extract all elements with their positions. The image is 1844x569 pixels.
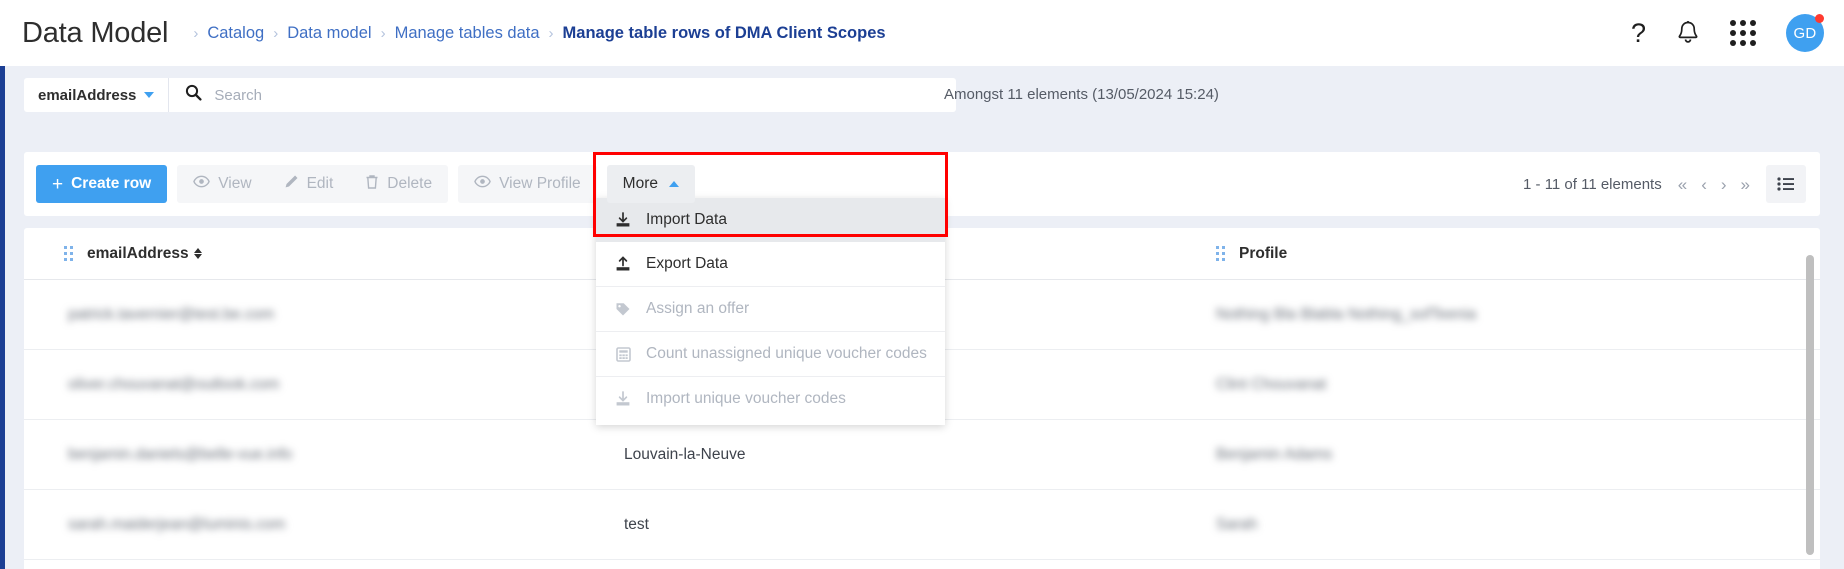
menu-item-count-unassigned-unique-voucher-codes: Count unassigned unique voucher codes [596,332,945,376]
notifications-bell-icon[interactable] [1676,20,1700,46]
cell-email-value: benjamin.daniels@belle-vue.info [68,445,293,463]
header-icon-group: ? GD [1631,0,1824,66]
drag-handle-icon[interactable] [1216,246,1225,261]
tag-icon [614,301,632,317]
pagination-range: 1 - 11 of 11 elements [1523,175,1662,193]
more-button[interactable]: More [606,165,695,203]
menu-item-import-data[interactable]: Import Data [596,198,945,242]
view-label: View [218,175,252,192]
first-page-button[interactable]: « [1678,176,1687,193]
search-input[interactable] [214,86,956,104]
delete-label: Delete [387,175,433,192]
view-profile-label: View Profile [499,175,581,192]
list-view-button[interactable] [1766,165,1806,203]
cell-profile: Nothing Bla Blabla Nothing_sofTeenia [1204,306,1804,324]
delete-button[interactable]: Delete [349,165,449,203]
cell-email: sarah.maiderjean@luminis.com [24,516,624,534]
result-summary: Amongst 11 elements (13/05/2024 15:24) [944,86,1219,103]
cell-profile: Clint Chouvanat [1204,376,1804,394]
breadcrumb-item-data-model[interactable]: Data model [287,24,371,43]
cell-middle: test [624,515,649,533]
cell-profile-value: Sarah [1216,515,1258,533]
cell-email: oliver.chouvanat@outlook.com [24,376,624,394]
avatar-notification-dot [1815,14,1824,23]
breadcrumb-item-catalog[interactable]: Catalog [207,24,264,43]
column-header-label: emailAddress [87,244,189,262]
breadcrumb-separator: › [193,24,199,42]
row-actions-group: View Edit Delete [177,165,449,203]
pagination: 1 - 11 of 11 elements « ‹ › » [1523,165,1806,203]
eye-icon [193,175,211,193]
menu-item-import-unique-voucher-codes: Import unique voucher codes [596,377,945,421]
sort-icon[interactable] [193,248,202,259]
prev-page-button[interactable]: ‹ [1701,176,1707,193]
view-button[interactable]: View [177,165,268,203]
chevron-down-icon [144,92,155,98]
menu-item-label: Import Data [646,211,727,228]
menu-item-export-data[interactable]: Export Data [596,242,945,286]
cell-profile-value: Clint Chouvanat [1216,375,1327,393]
more-dropdown-menu: Import Data Export Data Assign an offer [596,198,945,425]
eye-icon [474,175,491,193]
calculator-icon [614,346,632,362]
breadcrumb-item-current[interactable]: Manage table rows of DMA Client Scopes [563,24,886,43]
apps-grid-icon[interactable] [1730,20,1756,46]
import-icon [614,212,632,228]
table-row[interactable]: sarah.maiderjean@luminis.com test Sarah [24,490,1820,560]
page-title: Data Model [22,16,169,49]
view-profile-button[interactable]: View Profile [458,165,597,203]
edit-label: Edit [306,175,334,192]
search-icon [185,84,202,106]
left-nav-rail [0,66,5,569]
search-field-label: emailAddress [38,86,137,104]
cell-email-value: sarah.maiderjean@luminis.com [68,515,286,533]
menu-item-label: Assign an offer [646,300,750,317]
column-header-label: Profile [1239,244,1288,262]
chevron-up-icon [668,181,679,187]
search-input-wrap [169,84,956,106]
menu-item-label: Count unassigned unique voucher codes [646,345,927,362]
more-label: More [622,175,658,192]
app-header: Data Model › Catalog › Data model › Mana… [0,0,1844,66]
cell-profile-value: Nothing Bla Blabla Nothing_sofTeenia [1216,305,1477,323]
pagination-arrows: « ‹ › » [1678,176,1750,193]
trash-icon [365,174,379,195]
create-row-label: Create row [71,175,152,192]
search-field-select[interactable]: emailAddress [24,78,170,112]
pencil-icon [284,174,299,194]
breadcrumb-separator: › [548,24,554,42]
plus-icon: + [52,173,64,195]
table-row[interactable]: benjamin.daniels@belle-vue.info Louvain-… [24,420,1820,490]
menu-item-assign-an-offer: Assign an offer [596,287,945,331]
edit-button[interactable]: Edit [267,165,350,203]
last-page-button[interactable]: » [1741,176,1750,193]
menu-item-label: Import unique voucher codes [646,390,846,407]
cell-profile: Benjamin Adams [1204,446,1804,464]
cell-email: patrick.tavernier@test.be.com [24,306,624,324]
menu-item-label: Export Data [646,255,728,272]
search-bar: emailAddress [24,78,956,112]
avatar-initials: GD [1793,24,1817,42]
next-page-button[interactable]: › [1721,176,1727,193]
create-row-button[interactable]: + Create row [36,165,168,203]
cell-profile: Sarah [1204,516,1804,534]
export-icon [614,256,632,272]
drag-handle-icon[interactable] [64,246,73,261]
breadcrumb-separator: › [273,24,279,42]
cell-email-value: oliver.chouvanat@outlook.com [68,375,280,393]
breadcrumb: › Catalog › Data model › Manage tables d… [186,24,885,43]
breadcrumb-separator: › [380,24,386,42]
app-root: Data Model › Catalog › Data model › Mana… [0,0,1844,569]
help-icon[interactable]: ? [1631,19,1646,47]
column-header-emailaddress[interactable]: emailAddress [24,245,624,263]
import-icon [614,391,632,407]
cell-email-value: patrick.tavernier@test.be.com [68,305,275,323]
cell-email: benjamin.daniels@belle-vue.info [24,446,624,464]
avatar[interactable]: GD [1786,14,1824,52]
cell-middle: Louvain-la-Neuve [624,445,746,463]
cell-profile-value: Benjamin Adams [1216,445,1333,463]
breadcrumb-item-manage-tables-data[interactable]: Manage tables data [395,24,540,43]
column-header-profile[interactable]: Profile [1204,245,1804,263]
vertical-scrollbar[interactable] [1806,255,1814,555]
